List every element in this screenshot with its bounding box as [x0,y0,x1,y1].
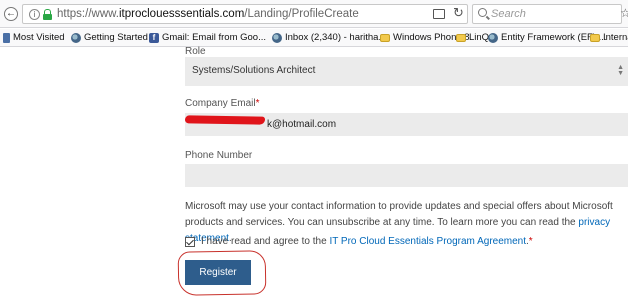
annotation-circle [177,250,267,296]
url-path: /Landing/ProfileCreate [244,8,359,20]
bookmark-label: Most Visited [13,32,65,43]
redaction-mark [184,115,266,125]
search-placeholder: Search [491,8,526,20]
role-selected-value: Systems/Solutions Architect [192,65,316,76]
lock-icon [43,9,52,20]
bookmark-gmail[interactable]: f Gmail: Email from Goo... [149,32,266,43]
globe-icon [488,32,498,43]
globe-icon [71,32,81,43]
bookmark-label: Getting Started [84,32,148,43]
url-text[interactable]: https://www.itproclouesssentials.com/Lan… [57,8,359,20]
url-prefix: https://www. [57,8,119,20]
company-email-label: Company Email* [185,98,260,109]
bookmark-star-icon[interactable]: ☆ [620,6,628,20]
folder-icon [380,33,390,42]
url-domain: itproclouesssentials.com [119,8,245,20]
bookmark-label: Internal [603,32,628,43]
bookmarks-toolbar: Most Visited Getting Started f Gmail: Ema… [0,29,628,47]
phone-number-label: Phone Number [185,150,253,161]
bookmark-getting-started[interactable]: Getting Started [71,32,148,43]
company-email-label-text: Company Email [185,98,256,109]
folder-icon [590,33,600,42]
bookmark-entity-framework[interactable]: Entity Framework (EF) ... [488,32,607,43]
bookmark-linq[interactable]: LinQ [456,32,489,43]
bookmark-label: Gmail: Email from Goo... [162,32,266,43]
globe-icon [272,32,282,43]
reader-view-icon[interactable] [433,9,445,19]
back-arrow-icon[interactable]: ← [4,7,18,21]
select-arrows-icon: ▲ ▼ [617,64,624,77]
agreement-text: I have read and agree to the [201,236,327,247]
agreement-row: I have read and agree to the IT Pro Clou… [185,236,533,247]
bookmark-icon [3,32,10,43]
bookmark-inbox[interactable]: Inbox (2,340) - haritha... [272,32,386,43]
bookmark-internal[interactable]: Internal [590,32,628,43]
company-email-field[interactable]: k@hotmail.com [184,113,628,136]
folder-icon [456,33,466,42]
browser-toolbar: ← i https://www.itproclouesssentials.com… [0,0,628,28]
facebook-icon: f [149,32,159,43]
disclaimer-text: Microsoft may use your contact informati… [185,201,613,228]
agreement-checkbox[interactable] [185,236,195,247]
program-agreement-link[interactable]: IT Pro Cloud Essentials Program Agreemen… [329,236,526,247]
required-mark: * [255,98,260,109]
search-icon [478,8,487,17]
phone-number-field[interactable] [185,164,628,187]
bookmark-label: LinQ [469,32,490,43]
company-email-value: k@hotmail.com [267,119,337,130]
reload-icon[interactable]: ↻ [453,6,464,21]
search-bar[interactable]: Search [472,4,622,24]
role-label: Role [185,46,206,57]
required-mark: * [528,236,533,247]
bookmark-most-visited[interactable]: Most Visited [3,32,65,43]
bookmark-label: Inbox (2,340) - haritha... [285,32,387,43]
info-icon[interactable]: i [29,9,40,20]
role-select[interactable]: Systems/Solutions Architect ▲ ▼ [185,57,628,86]
url-bar[interactable]: i https://www.itproclouesssentials.com/L… [22,4,468,24]
